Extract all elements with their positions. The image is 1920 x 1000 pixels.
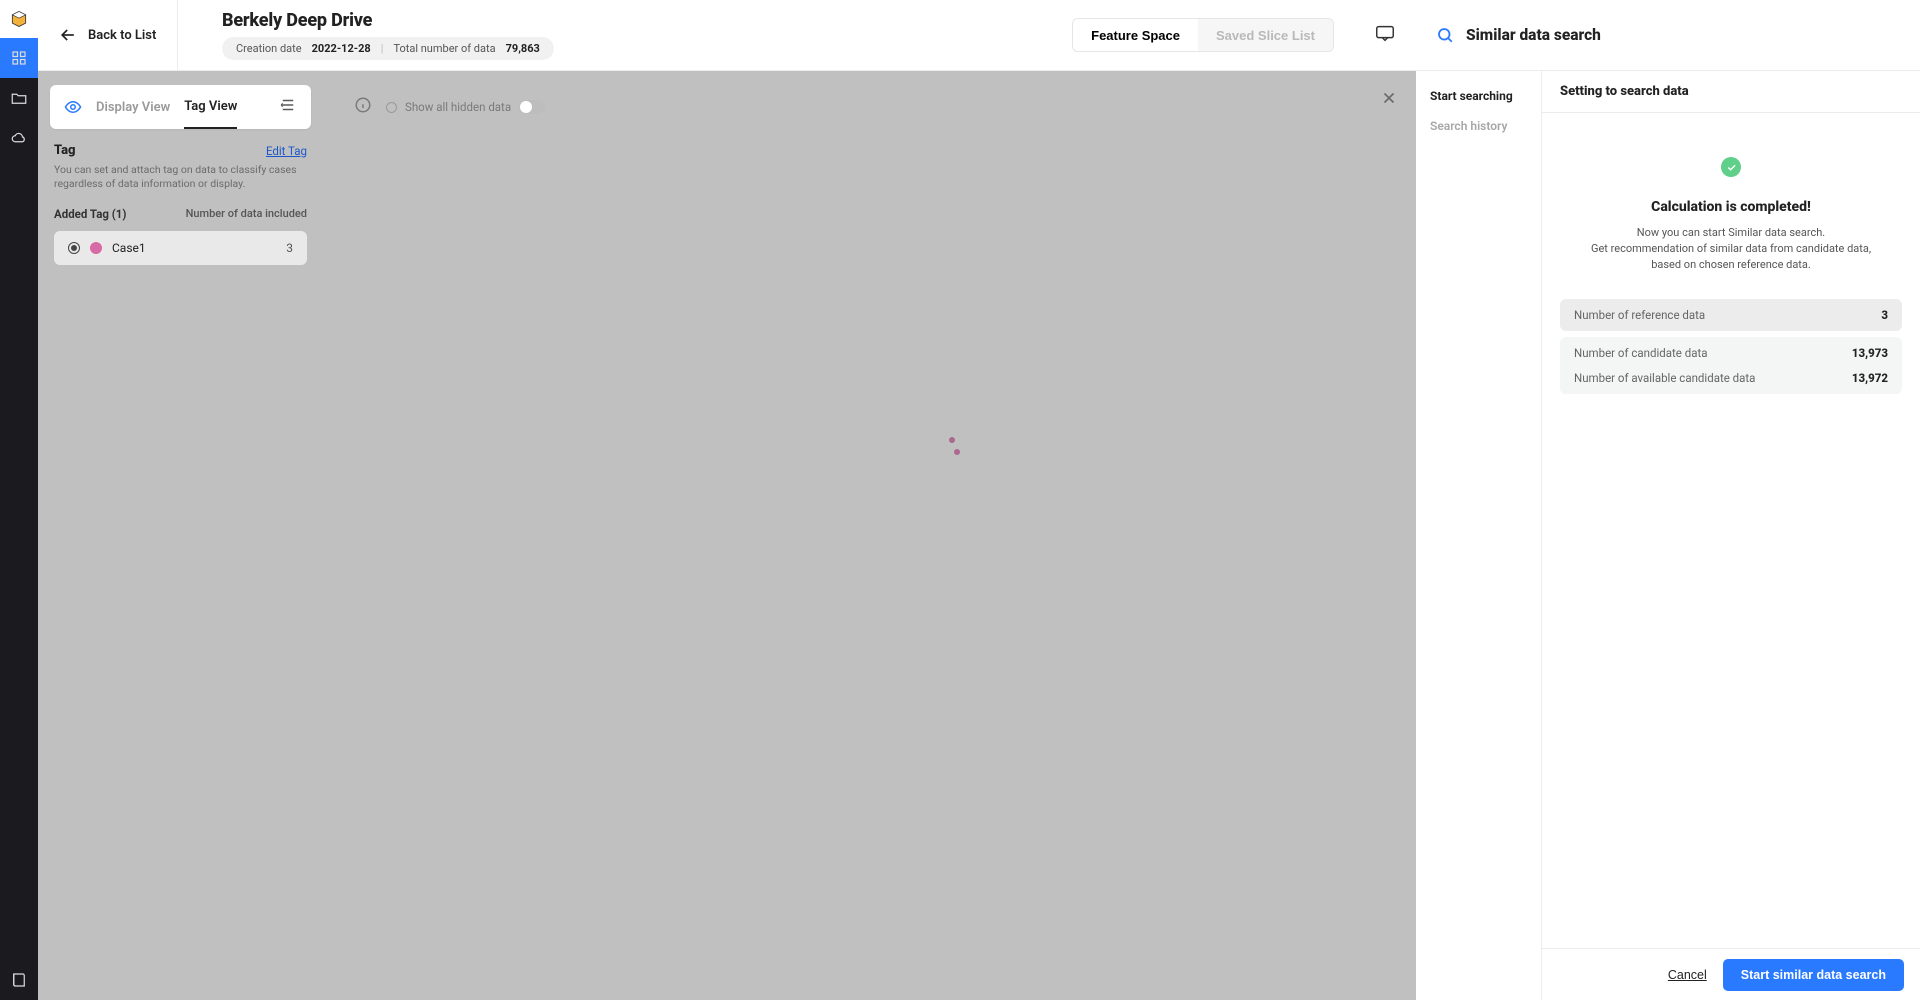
start-search-button[interactable]: Start similar data search bbox=[1723, 959, 1904, 991]
arrow-left-icon bbox=[58, 25, 78, 45]
chat-icon bbox=[1374, 22, 1396, 44]
close-button[interactable] bbox=[1380, 89, 1398, 111]
view-mode-segment: Feature Space Saved Slice List bbox=[1072, 18, 1334, 52]
back-button[interactable]: Back to List bbox=[38, 0, 178, 70]
collapse-panel-button[interactable] bbox=[279, 96, 297, 118]
eye-icon bbox=[64, 98, 82, 116]
tag-count: 3 bbox=[286, 241, 293, 255]
drawer-main: Setting to search data Calculation is co… bbox=[1542, 71, 1920, 1000]
tag-color-swatch bbox=[90, 242, 102, 254]
left-rail bbox=[0, 0, 38, 1000]
back-label: Back to List bbox=[88, 28, 156, 43]
count-column-label: Number of data included bbox=[186, 207, 307, 221]
stat-row-candidate: Number of candidate data 13,973 bbox=[1560, 337, 1902, 369]
info-icon bbox=[354, 96, 372, 114]
nav-start-searching[interactable]: Start searching bbox=[1430, 89, 1527, 103]
data-point bbox=[954, 449, 960, 455]
page-header: Back to List Berkely Deep Drive Creation… bbox=[38, 0, 1416, 71]
creation-value: 2022-12-28 bbox=[312, 42, 371, 55]
search-icon bbox=[1436, 26, 1454, 44]
seg-feature-space[interactable]: Feature Space bbox=[1073, 19, 1198, 51]
radio-icon bbox=[68, 242, 80, 254]
drawer-footer: Cancel Start similar data search bbox=[1542, 948, 1920, 1000]
drawer-title: Similar data search bbox=[1466, 26, 1601, 44]
switch-icon bbox=[519, 100, 545, 114]
data-point bbox=[949, 437, 955, 443]
stat-value: 13,973 bbox=[1852, 346, 1888, 360]
stat-row-available: Number of available candidate data 13,97… bbox=[1560, 369, 1902, 394]
nav-grid[interactable] bbox=[0, 38, 38, 78]
view-tabs: Display View Tag View bbox=[50, 85, 311, 129]
drawer-header: Similar data search bbox=[1416, 0, 1920, 71]
meta-pill: Creation date 2022-12-28 | Total number … bbox=[222, 37, 554, 60]
nav-cloud[interactable] bbox=[0, 118, 38, 158]
chat-button[interactable] bbox=[1374, 22, 1396, 48]
stats-block: Number of reference data 3 Number of can… bbox=[1560, 299, 1902, 394]
tab-display-view[interactable]: Display View bbox=[96, 87, 170, 128]
page-title: Berkely Deep Drive bbox=[222, 10, 554, 31]
collapse-icon bbox=[279, 96, 297, 114]
cancel-button[interactable]: Cancel bbox=[1668, 968, 1707, 982]
page: Back to List Berkely Deep Drive Creation… bbox=[38, 0, 1416, 1000]
drawer-subheading: Setting to search data bbox=[1542, 71, 1920, 113]
nav-search-history[interactable]: Search history bbox=[1430, 119, 1527, 133]
tag-item[interactable]: Case1 3 bbox=[54, 231, 307, 265]
stat-value: 3 bbox=[1881, 308, 1888, 322]
stat-row-reference: Number of reference data 3 bbox=[1560, 299, 1902, 331]
calc-description: Now you can start Similar data search. G… bbox=[1591, 225, 1871, 273]
hidden-toggle-label: Show all hidden data bbox=[405, 100, 511, 114]
tag-description: You can set and attach tag on data to cl… bbox=[54, 163, 307, 191]
logo-icon[interactable] bbox=[0, 0, 38, 38]
stat-label: Number of reference data bbox=[1574, 308, 1705, 322]
tab-tag-view[interactable]: Tag View bbox=[184, 86, 237, 129]
left-panel: Display View Tag View Tag Edit Tag You c… bbox=[38, 71, 321, 1000]
scatter-plot[interactable] bbox=[321, 71, 1416, 1000]
tag-name: Case1 bbox=[112, 241, 146, 255]
info-button[interactable] bbox=[354, 96, 372, 118]
drawer-nav: Start searching Search history bbox=[1416, 71, 1542, 1000]
plot-toolbar: Show all hidden data bbox=[338, 85, 1416, 129]
total-value: 79,863 bbox=[506, 42, 540, 55]
stat-label: Number of available candidate data bbox=[1574, 371, 1755, 385]
nav-book[interactable] bbox=[0, 960, 38, 1000]
similar-search-drawer: Similar data search Start searching Sear… bbox=[1416, 0, 1920, 1000]
close-icon bbox=[1380, 89, 1398, 107]
radio-outline-icon bbox=[386, 102, 397, 113]
added-tag-label: Added Tag (1) bbox=[54, 207, 126, 221]
stat-value: 13,972 bbox=[1852, 371, 1888, 385]
calc-complete-title: Calculation is completed! bbox=[1651, 199, 1811, 215]
creation-label: Creation date bbox=[236, 42, 302, 55]
seg-saved-slice[interactable]: Saved Slice List bbox=[1198, 19, 1333, 51]
total-label: Total number of data bbox=[393, 42, 495, 55]
success-icon bbox=[1721, 157, 1741, 177]
nav-folder[interactable] bbox=[0, 78, 38, 118]
edit-tag-link[interactable]: Edit Tag bbox=[266, 144, 307, 158]
tag-block: Tag Edit Tag You can set and attach tag … bbox=[50, 143, 311, 265]
hidden-data-toggle[interactable]: Show all hidden data bbox=[386, 100, 545, 114]
stat-label: Number of candidate data bbox=[1574, 346, 1707, 360]
workspace: Display View Tag View Tag Edit Tag You c… bbox=[38, 71, 1416, 1000]
tag-heading: Tag bbox=[54, 143, 76, 158]
